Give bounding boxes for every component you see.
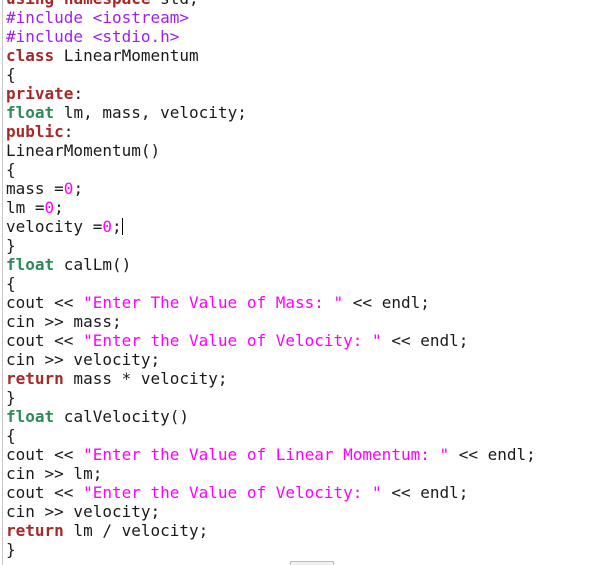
code-line[interactable]: } (6, 236, 536, 255)
keyword-token: private (6, 84, 74, 103)
code-token: ; (111, 217, 122, 236)
code-token: lm = (6, 198, 45, 217)
preprocessor-token: #include <iostream> (6, 8, 190, 27)
code-line[interactable]: float lm, mass, velocity; (6, 103, 536, 122)
code-line[interactable]: { (6, 426, 536, 445)
code-text-area[interactable]: using namespace std;#include <iostream>#… (6, 0, 536, 559)
type-token: float (6, 255, 55, 274)
code-token: LinearMomentum (54, 46, 199, 65)
code-token: { (6, 65, 16, 84)
code-token: ; (73, 179, 84, 198)
code-token: { (6, 274, 16, 293)
code-token: velocity = (6, 217, 103, 236)
code-token: << endl; (381, 331, 469, 350)
code-line[interactable]: mass =0; (6, 179, 536, 198)
code-line[interactable]: return lm / velocity; (6, 521, 536, 540)
number-literal: 0 (44, 198, 55, 217)
keyword-token: class (6, 46, 55, 65)
keyword-token: public (6, 122, 64, 141)
code-line[interactable]: #include <iostream> (6, 8, 536, 27)
code-token: : (63, 122, 74, 141)
code-editor[interactable]: using namespace std;#include <iostream>#… (0, 0, 593, 565)
code-token: mass * velocity; (63, 369, 228, 388)
code-line[interactable]: { (6, 160, 536, 179)
type-token: float (6, 407, 55, 426)
code-token: std; (151, 0, 199, 8)
code-line[interactable]: } (6, 388, 536, 407)
code-line[interactable]: LinearMomentum() (6, 141, 536, 160)
string-literal: "Enter The Value of Mass: " (83, 293, 344, 312)
code-token: lm, mass, velocity; (54, 103, 247, 122)
code-token: cin >> velocity; (6, 502, 161, 521)
code-token: } (6, 388, 16, 407)
code-token: } (6, 236, 16, 255)
code-token: calVelocity() (54, 407, 190, 426)
code-line[interactable]: cout << "Enter The Value of Mass: " << e… (6, 293, 536, 312)
code-line[interactable]: private: (6, 84, 536, 103)
code-line[interactable]: float calLm() (6, 255, 536, 274)
code-line[interactable]: cout << "Enter the Value of Velocity: " … (6, 483, 536, 502)
code-line[interactable]: lm =0; (6, 198, 536, 217)
code-token: cout << (6, 483, 84, 502)
code-token: } (6, 540, 16, 559)
keyword-token: return (6, 369, 64, 388)
code-line[interactable]: { (6, 65, 536, 84)
code-line[interactable]: #include <stdio.h> (6, 27, 536, 46)
code-line[interactable]: cin >> velocity; (6, 502, 536, 521)
code-token: cin >> velocity; (6, 350, 161, 369)
code-line[interactable]: using namespace std; (6, 0, 536, 8)
code-token: calLm() (54, 255, 132, 274)
code-line[interactable]: { (6, 274, 536, 293)
code-line[interactable]: float calVelocity() (6, 407, 536, 426)
code-line[interactable]: cin >> velocity; (6, 350, 536, 369)
code-token: cin >> lm; (6, 464, 103, 483)
code-line[interactable]: cin >> mass; (6, 312, 536, 331)
code-token: { (6, 426, 16, 445)
code-token: << endl; (343, 293, 430, 312)
string-literal: "Enter the Value of Velocity: " (83, 331, 382, 350)
code-line[interactable]: class LinearMomentum (6, 46, 536, 65)
text-cursor (121, 218, 123, 235)
number-literal: 0 (63, 179, 74, 198)
code-line[interactable]: cout << "Enter the Value of Velocity: " … (6, 331, 536, 350)
editor-left-border (2, 0, 3, 565)
code-token: << endl; (449, 445, 536, 464)
code-line[interactable]: cin >> lm; (6, 464, 536, 483)
keyword-token: return (6, 521, 64, 540)
keyword-token: namespace (64, 0, 151, 8)
code-token: { (6, 160, 16, 179)
preprocessor-token: #include <stdio.h> (6, 27, 180, 46)
code-token: cout << (6, 445, 84, 464)
code-token: ; (54, 198, 64, 217)
code-token: mass = (6, 179, 64, 198)
code-line[interactable]: public: (6, 122, 536, 141)
code-token: cout << (6, 331, 84, 350)
code-token: LinearMomentum() (6, 141, 161, 160)
code-token: cout << (6, 293, 84, 312)
code-token: << endl; (381, 483, 469, 502)
code-token: lm / velocity; (63, 521, 209, 540)
string-literal: "Enter the Value of Linear Momentum: " (83, 445, 450, 464)
number-literal: 0 (102, 217, 112, 236)
code-token: cin >> mass; (6, 312, 122, 331)
string-literal: "Enter the Value of Velocity: " (83, 483, 382, 502)
code-line[interactable]: velocity =0; (6, 217, 536, 236)
code-line[interactable]: cout << "Enter the Value of Linear Momen… (6, 445, 536, 464)
code-token: : (73, 84, 84, 103)
horizontal-scrollbar-thumb[interactable] (290, 561, 334, 565)
code-line[interactable]: return mass * velocity; (6, 369, 536, 388)
code-line[interactable]: } (6, 540, 536, 559)
keyword-token: using (6, 0, 54, 8)
type-token: float (6, 103, 55, 122)
